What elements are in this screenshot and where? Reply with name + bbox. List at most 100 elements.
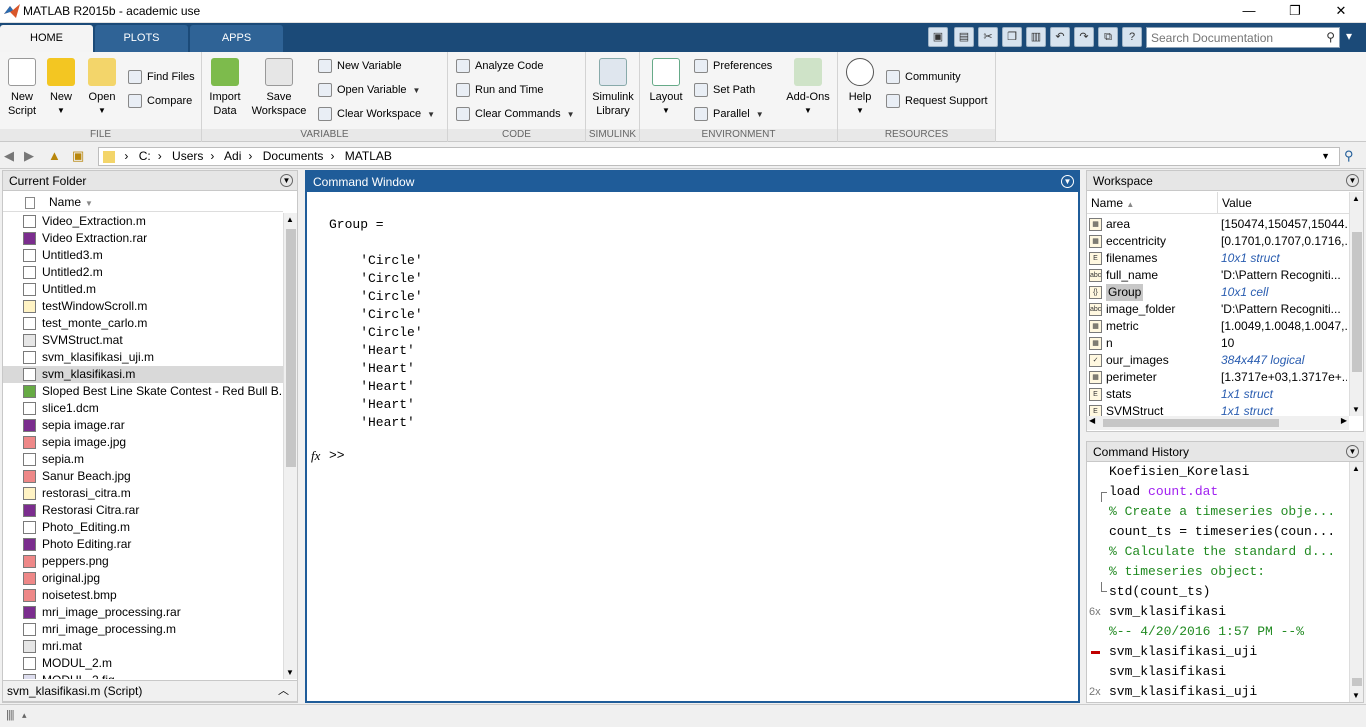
path-field[interactable]: › C: › Users › Adi › Documents › MATLAB ▼ [98, 147, 1340, 166]
file-row[interactable]: slice1.dcm [3, 400, 283, 417]
file-row[interactable]: Untitled2.m [3, 264, 283, 281]
search-icon[interactable]: ⚲ [1326, 30, 1335, 44]
file-row[interactable]: noisetest.bmp [3, 587, 283, 604]
path-dropdown-icon[interactable]: ▼ [1321, 148, 1330, 165]
simulink-library-button[interactable]: Simulink Library [590, 58, 636, 118]
file-row[interactable]: Photo_Editing.m [3, 519, 283, 536]
add-ons-button[interactable]: Add-Ons ▼ [784, 58, 832, 118]
variable-row[interactable]: E SVMStruct 1x1 struct [1087, 403, 1349, 416]
variable-row[interactable]: ▦ perimeter [1.3717e+03,1.3717e+... [1087, 369, 1349, 386]
breadcrumb-adi[interactable]: Adi [224, 149, 241, 163]
variable-row[interactable]: ▦ n 10 [1087, 335, 1349, 352]
variable-row[interactable]: ▦ area [150474,150457,15044... [1087, 216, 1349, 233]
compare-button[interactable]: Compare [128, 92, 192, 110]
scroll-thumb[interactable] [286, 229, 296, 467]
workspace-hscrollbar[interactable]: ◀ ▶ [1087, 416, 1349, 430]
file-row[interactable]: svm_klasifikasi_uji.m [3, 349, 283, 366]
collapse-ribbon-icon[interactable]: ▾ [1346, 29, 1352, 43]
file-row[interactable]: mri_image_processing.rar [3, 604, 283, 621]
redo-icon[interactable]: ↷ [1074, 27, 1094, 47]
new-button[interactable]: New ▼ [44, 58, 78, 118]
undo-icon[interactable]: ↶ [1050, 27, 1070, 47]
save-icon[interactable]: ▤ [954, 27, 974, 47]
set-path-button[interactable]: Set Path [694, 81, 755, 99]
expand-details-icon[interactable]: ︿ [278, 681, 289, 701]
variable-row[interactable]: abc image_folder 'D:\Pattern Recogniti... [1087, 301, 1349, 318]
variable-row[interactable]: ▦ eccentricity [0.1701,0.1707,0.1716,... [1087, 233, 1349, 250]
name-column-header[interactable]: Name ▼ [3, 192, 283, 212]
minimize-button[interactable]: — [1226, 0, 1272, 22]
file-row[interactable]: Video_Extraction.m [3, 213, 283, 230]
status-dropdown-icon[interactable]: ▴ [22, 710, 27, 721]
file-row[interactable]: svm_klasifikasi.m [3, 366, 283, 383]
import-data-button[interactable]: Import Data [206, 58, 244, 118]
close-button[interactable]: ✕ [1318, 0, 1364, 22]
scroll-up-icon[interactable]: ▲ [1352, 194, 1360, 203]
tab-plots[interactable]: PLOTS [95, 25, 188, 52]
history-entry[interactable]: Koefisien_Korelasi [1087, 462, 1349, 482]
scroll-up-icon[interactable]: ▲ [286, 215, 294, 224]
up-folder-icon[interactable]: ▲ [48, 148, 61, 163]
breadcrumb-documents[interactable]: Documents [263, 149, 324, 163]
file-row[interactable]: Sanur Beach.jpg [3, 468, 283, 485]
file-row[interactable]: Photo Editing.rar [3, 536, 283, 553]
switch-windows-icon[interactable]: ⧉ [1098, 27, 1118, 47]
back-icon[interactable]: ◀ [4, 148, 14, 164]
help-button[interactable]: Help ▼ [844, 58, 876, 118]
save-workspace-button[interactable]: Save Workspace [248, 58, 310, 118]
breadcrumb-c[interactable]: C: [139, 149, 151, 163]
history-entry[interactable]: std(count_ts) [1087, 582, 1349, 602]
panel-menu-icon[interactable]: ▼ [1346, 445, 1359, 458]
file-row[interactable]: mri_image_processing.m [3, 621, 283, 638]
file-row[interactable]: MODUL_2.fig [3, 672, 283, 679]
file-row[interactable]: sepia image.rar [3, 417, 283, 434]
history-entry[interactable]: % Create a timeseries obje... [1087, 502, 1349, 522]
community-button[interactable]: Community [886, 68, 961, 86]
parallel-button[interactable]: Parallel ▼ [694, 105, 764, 123]
clear-workspace-button[interactable]: Clear Workspace ▼ [318, 105, 435, 123]
breadcrumb-matlab[interactable]: MATLAB [345, 149, 392, 163]
history-entry[interactable]: %-- 4/20/2016 1:57 PM --% [1087, 622, 1349, 642]
variable-row[interactable]: abc full_name 'D:\Pattern Recogniti... [1087, 267, 1349, 284]
file-row[interactable]: SVMStruct.mat [3, 332, 283, 349]
analyze-code-button[interactable]: Analyze Code [456, 57, 544, 75]
variable-row[interactable]: {} Group 10x1 cell [1087, 284, 1349, 301]
open-button[interactable]: Open ▼ [84, 58, 120, 118]
variable-row[interactable]: Estats 1x1 struct [1087, 386, 1349, 403]
folder-scrollbar[interactable]: ▲ ▼ [283, 213, 297, 679]
paste-icon[interactable]: ▥ [1026, 27, 1046, 47]
file-row[interactable]: original.jpg [3, 570, 283, 587]
find-files-button[interactable]: Find Files [128, 68, 195, 86]
file-row[interactable]: Untitled3.m [3, 247, 283, 264]
history-entry[interactable]: count_ts = timeseries(coun... [1087, 522, 1349, 542]
new-variable-button[interactable]: New Variable [318, 57, 402, 75]
file-row[interactable]: Restorasi Citra.rar [3, 502, 283, 519]
cut-icon[interactable]: ✂ [978, 27, 998, 47]
clear-commands-button[interactable]: Clear Commands ▼ [456, 105, 575, 123]
command-window[interactable]: Command Window ▼ Group = 'Circle' 'Circl… [305, 170, 1080, 703]
panel-menu-icon[interactable]: ▼ [1346, 174, 1359, 187]
history-entry[interactable]: 6x svm_klasifikasi [1087, 602, 1349, 622]
new-script-button[interactable]: New Script [4, 58, 40, 118]
copy-icon[interactable]: ❐ [1002, 27, 1022, 47]
layout-button[interactable]: Layout ▼ [644, 58, 688, 118]
browse-folder-icon[interactable]: ▣ [72, 148, 84, 164]
variable-row[interactable]: ▦ metric [1.0049,1.0048,1.0047,... [1087, 318, 1349, 335]
scroll-down-icon[interactable]: ▼ [1352, 691, 1360, 700]
scroll-up-icon[interactable]: ▲ [1352, 464, 1360, 473]
details-bar[interactable]: svm_klasifikasi.m (Script) ︿ [2, 680, 298, 702]
maximize-button[interactable]: ❐ [1272, 0, 1318, 22]
tab-apps[interactable]: APPS [190, 25, 283, 52]
file-row[interactable]: Sloped Best Line Skate Contest - Red Bul… [3, 383, 283, 400]
help-icon[interactable]: ? [1122, 27, 1142, 47]
panel-menu-icon[interactable]: ▼ [1061, 175, 1074, 188]
history-entry[interactable]: svm_klasifikasi_uji [1087, 642, 1349, 662]
history-entry[interactable]: svm_klasifikasi [1087, 662, 1349, 682]
breadcrumb-users[interactable]: Users [172, 149, 203, 163]
scroll-thumb[interactable] [1352, 678, 1362, 686]
file-row[interactable]: mri.mat [3, 638, 283, 655]
name-column-header[interactable]: Name ▲ [1091, 192, 1134, 216]
file-row[interactable]: restorasi_citra.m [3, 485, 283, 502]
scroll-right-icon[interactable]: ▶ [1341, 416, 1347, 425]
search-folder-icon[interactable]: ⚲ [1344, 148, 1354, 164]
